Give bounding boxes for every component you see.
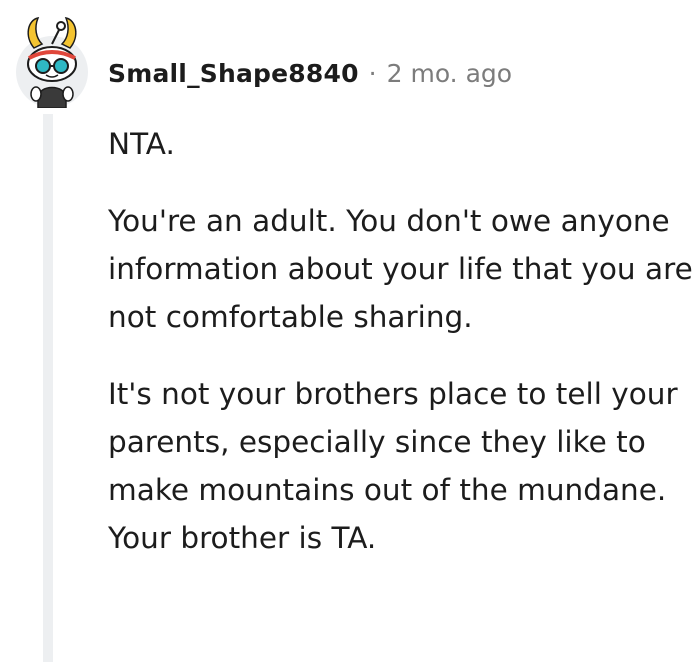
comment-timestamp[interactable]: 2 mo. ago [387, 59, 512, 88]
comment-meta: Small_Shape8840 · 2 mo. ago [108, 53, 512, 93]
meta-separator: · [368, 58, 377, 88]
comment-body: NTA. You're an adult. You don't owe anyo… [108, 120, 693, 591]
comment-paragraph: You're an adult. You don't owe anyone in… [108, 204, 693, 334]
user-avatar[interactable] [14, 14, 90, 108]
snoo-avatar-icon [16, 16, 88, 108]
comment-paragraph: It's not your brothers place to tell you… [108, 377, 678, 555]
thread-collapse-line[interactable] [43, 114, 53, 662]
comment-paragraph: NTA. [108, 127, 175, 161]
comment: Small_Shape8840 · 2 mo. ago NTA. You're … [0, 0, 700, 662]
author-username[interactable]: Small_Shape8840 [108, 59, 359, 88]
